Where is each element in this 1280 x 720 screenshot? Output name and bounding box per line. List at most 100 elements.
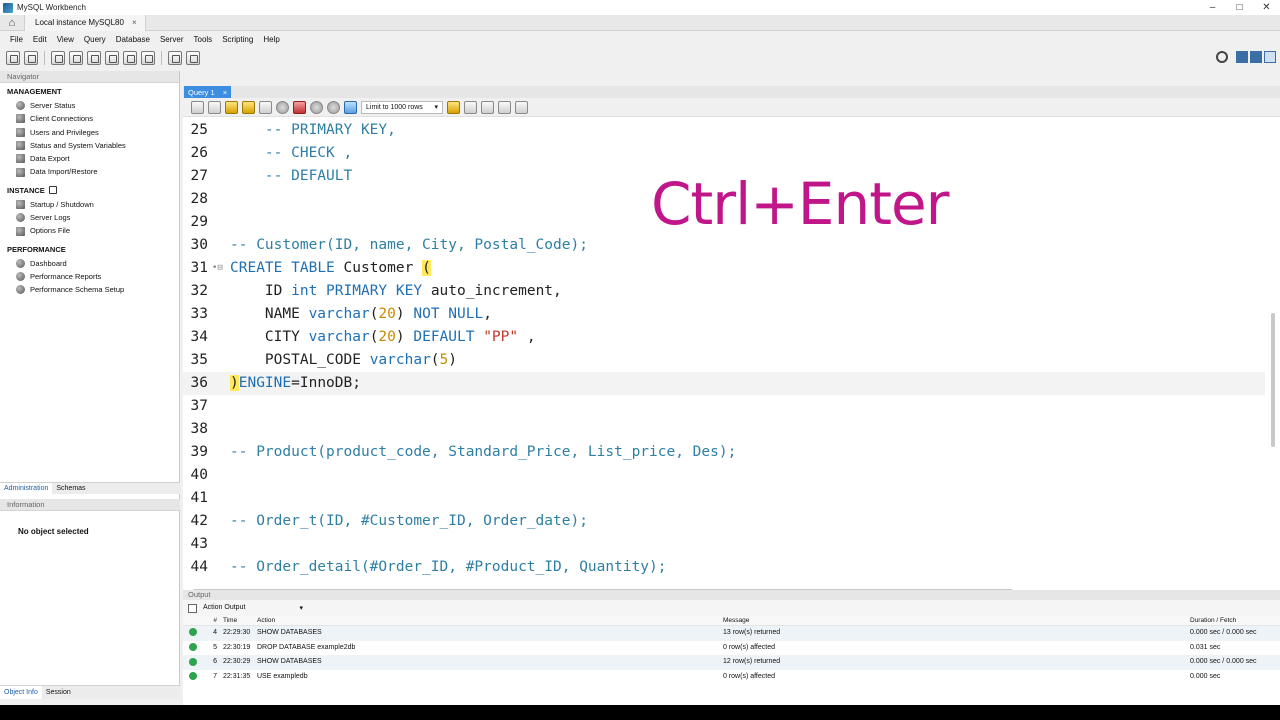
new-sql-tab-icon[interactable]	[6, 51, 20, 65]
open-file-icon[interactable]	[191, 100, 204, 114]
search-table-data-icon[interactable]	[168, 51, 182, 65]
output-row-message: 13 row(s) returned	[723, 629, 781, 636]
nav-performance-schema-setup[interactable]: Performance Schema Setup	[0, 283, 179, 296]
save-icon[interactable]	[208, 100, 221, 114]
close-button[interactable]: ✕	[1253, 0, 1280, 15]
schema-setup-icon	[16, 285, 25, 295]
shortcut-overlay: Ctrl+Enter	[651, 170, 949, 238]
nav-data-import[interactable]: Data Import/Restore	[0, 165, 179, 178]
status-cell	[183, 641, 198, 656]
nav-server-logs[interactable]: Server Logs	[0, 211, 179, 224]
information-panel: Information	[0, 499, 180, 511]
reconnect-icon[interactable]	[186, 51, 200, 65]
output-row-time: 22:30:19	[223, 643, 251, 651]
maximize-button[interactable]: □	[1226, 0, 1253, 15]
output-row[interactable]: 5 22:30:19 DROP DATABASE example2db 0 row(s…	[183, 641, 1280, 656]
output-row-action: SHOW DATABASES	[257, 658, 322, 666]
menu-database[interactable]: Database	[111, 35, 155, 44]
code-line: 34 CITY varchar(20) DEFAULT "PP" ,	[190, 329, 536, 345]
code-line-current: 36)ENGINE=InnoDB;	[183, 372, 1265, 395]
vertical-scrollbar[interactable]	[1271, 313, 1275, 447]
output-row-number: 6	[213, 658, 217, 666]
create-view-icon[interactable]	[105, 51, 119, 65]
output-row[interactable]: 7 22:31:35 USE exampledb 0 row(s) affected 0…	[183, 670, 1280, 685]
autocommit-icon[interactable]	[344, 100, 357, 114]
nav-users-privileges[interactable]: Users and Privileges	[0, 126, 179, 139]
create-procedure-icon[interactable]	[123, 51, 137, 65]
menu-file[interactable]: File	[5, 35, 28, 44]
code-line: 39 -- Product(product_code, Standard_Pric…	[190, 444, 737, 460]
minimize-button[interactable]: –	[1199, 0, 1226, 15]
create-schema-icon[interactable]	[69, 51, 83, 65]
copy-icon[interactable]	[188, 603, 197, 613]
output-row-message: 12 row(s) returned	[723, 658, 781, 666]
nav-server-status[interactable]: Server Status	[0, 99, 179, 112]
sql-editor-panel: Query 1 × Limit to 1000 rows ▾ 25 -- PRI…	[183, 86, 1280, 596]
code-line: 42 -- Order_t(ID, #Customer_ID, Order_dat…	[190, 513, 588, 529]
stop-icon[interactable]	[276, 100, 289, 114]
search-icon[interactable]	[481, 100, 494, 114]
toggle-sidebar-icon[interactable]	[1236, 51, 1248, 63]
output-row[interactable]: 6 22:30:29 SHOW DATABASES 12 row(s) returne…	[183, 655, 1280, 671]
users-icon	[16, 127, 25, 137]
tab-session[interactable]: Session	[42, 686, 75, 699]
performance-section-title: PERFORMANCE	[7, 244, 66, 254]
tab-administration[interactable]: Administration	[0, 483, 53, 494]
invisible-chars-icon[interactable]	[498, 100, 511, 114]
settings-icon[interactable]	[1216, 51, 1228, 63]
close-icon[interactable]: ×	[223, 88, 227, 97]
status-cell	[183, 670, 198, 685]
execute-statement-icon[interactable]	[242, 100, 255, 114]
nav-options-file[interactable]: Options File	[0, 224, 179, 237]
workbench-window: ⌂ Local instance MySQL80 × File Edit Vie…	[0, 15, 1280, 705]
menu-view[interactable]: View	[52, 35, 79, 44]
commit-icon[interactable]	[310, 100, 323, 114]
home-icon[interactable]: ⌂	[0, 17, 24, 29]
menu-query[interactable]: Query	[79, 35, 111, 44]
inspect-object-icon[interactable]	[51, 51, 65, 65]
menu-edit[interactable]: Edit	[28, 35, 52, 44]
information-header: Information	[0, 499, 180, 511]
rollback-icon[interactable]	[327, 100, 340, 114]
nav-dashboard[interactable]: Dashboard	[0, 257, 179, 270]
output-rows: 4 22:29:30 SHOW DATABASES 13 row(s) returne…	[183, 626, 1280, 685]
menu-tools[interactable]: Tools	[189, 35, 218, 44]
nav-status-variables[interactable]: Status and System Variables	[0, 139, 179, 152]
find-icon[interactable]	[464, 100, 477, 114]
menu-scripting[interactable]: Scripting	[217, 35, 258, 44]
fold-marker-icon[interactable]: •⊟	[212, 257, 223, 280]
reports-icon	[16, 272, 25, 282]
nav-startup-shutdown[interactable]: Startup / Shutdown	[0, 198, 179, 211]
window-title: MySQL Workbench	[17, 3, 86, 12]
output-row-number: 4	[213, 629, 217, 636]
connection-tab[interactable]: Local instance MySQL80 ×	[24, 15, 146, 31]
output-row-duration: 0.031 sec	[1190, 643, 1221, 651]
output-row-message: 0 row(s) affected	[723, 643, 776, 651]
word-wrap-icon[interactable]	[515, 100, 528, 114]
toggle-error-icon[interactable]	[293, 100, 306, 114]
monitor-icon	[16, 114, 25, 124]
code-line: 32 ID int PRIMARY KEY auto_increment,	[190, 283, 562, 299]
execute-icon[interactable]	[225, 100, 238, 114]
toggle-output-icon[interactable]	[1250, 51, 1262, 63]
limit-rows-select[interactable]: Limit to 1000 rows ▾	[361, 100, 443, 114]
beautify-icon[interactable]	[447, 100, 460, 114]
open-sql-script-icon[interactable]	[24, 51, 38, 65]
create-function-icon[interactable]	[141, 51, 155, 65]
menu-server[interactable]: Server	[155, 35, 189, 44]
nav-client-connections[interactable]: Client Connections	[0, 112, 179, 125]
tab-schemas[interactable]: Schemas	[52, 483, 89, 494]
nav-data-export[interactable]: Data Export	[0, 152, 179, 165]
toggle-secondary-sidebar-icon[interactable]	[1264, 51, 1276, 63]
nav-performance-reports[interactable]: Performance Reports	[0, 270, 179, 283]
close-icon[interactable]: ×	[132, 18, 137, 27]
tab-object-info[interactable]: Object Info	[0, 686, 42, 699]
output-row-time: 22:31:35	[223, 673, 251, 681]
create-table-icon[interactable]	[87, 51, 101, 65]
explain-icon[interactable]	[259, 100, 272, 114]
query-tab[interactable]: Query 1 ×	[184, 86, 232, 98]
output-type-select[interactable]: Action Output ▾	[203, 604, 303, 612]
output-row-number: 7	[213, 673, 217, 681]
output-row[interactable]: 4 22:29:30 SHOW DATABASES 13 row(s) returne…	[183, 626, 1280, 641]
menu-help[interactable]: Help	[258, 35, 284, 44]
